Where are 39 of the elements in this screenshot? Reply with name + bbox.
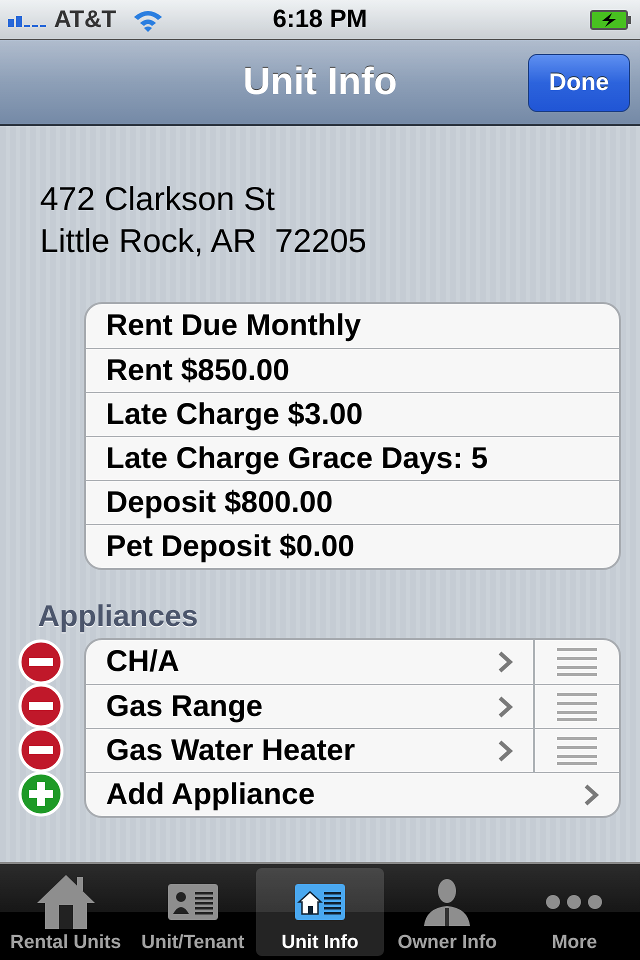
delete-icon[interactable] (18, 683, 64, 729)
id-card-icon (168, 884, 218, 920)
rent-detail: Rent Due Monthly (106, 309, 362, 343)
tab-item[interactable]: Unit/Tenant (129, 868, 256, 956)
house-card-icon (295, 884, 345, 920)
chevron-icon (497, 650, 513, 674)
status-time: 6:18 PM (272, 5, 368, 34)
rent-detail: Rent $850.00 (106, 354, 290, 388)
tab-item[interactable]: Unit Info (256, 868, 384, 956)
carrier-name: AT&T (54, 6, 116, 34)
appliance-item[interactable]: Gas Water Heater (106, 734, 497, 768)
appliance-item[interactable]: CH/A (106, 645, 497, 679)
chevron-icon (497, 694, 513, 718)
delete-icon[interactable] (18, 639, 64, 685)
reorder-icon[interactable] (557, 690, 597, 722)
appliance-item[interactable]: Add Appliance (106, 778, 583, 812)
nav-title: Unit Info (242, 60, 398, 104)
rent-detail: Pet Deposit $0.00 (106, 530, 356, 564)
section-header: Appliances (38, 600, 200, 634)
tab-item[interactable]: Owner Info (384, 868, 511, 956)
tab-item[interactable]: More (510, 868, 638, 956)
city-line: Little Rock, AR 72205 (40, 222, 368, 260)
rent-detail: Late Charge $3.00 (106, 398, 364, 432)
add-icon[interactable] (18, 771, 64, 817)
person-icon (422, 878, 472, 926)
delete-icon[interactable] (18, 727, 64, 773)
reorder-icon[interactable] (557, 646, 597, 678)
more-icon (545, 894, 604, 910)
battery-icon (590, 10, 632, 30)
rent-detail: Late Charge Grace Days: 5 (106, 442, 489, 476)
tab-item[interactable]: Rental Units (2, 868, 130, 956)
appliance-item[interactable]: Gas Range (106, 690, 497, 724)
house-icon (34, 873, 97, 931)
rent-detail: Deposit $800.00 (106, 486, 334, 520)
chevron-icon (497, 738, 513, 762)
reorder-icon[interactable] (557, 734, 597, 766)
done-button[interactable]: Done (528, 54, 630, 112)
chevron-icon (583, 782, 599, 806)
street-address: 472 Clarkson St (40, 180, 276, 218)
